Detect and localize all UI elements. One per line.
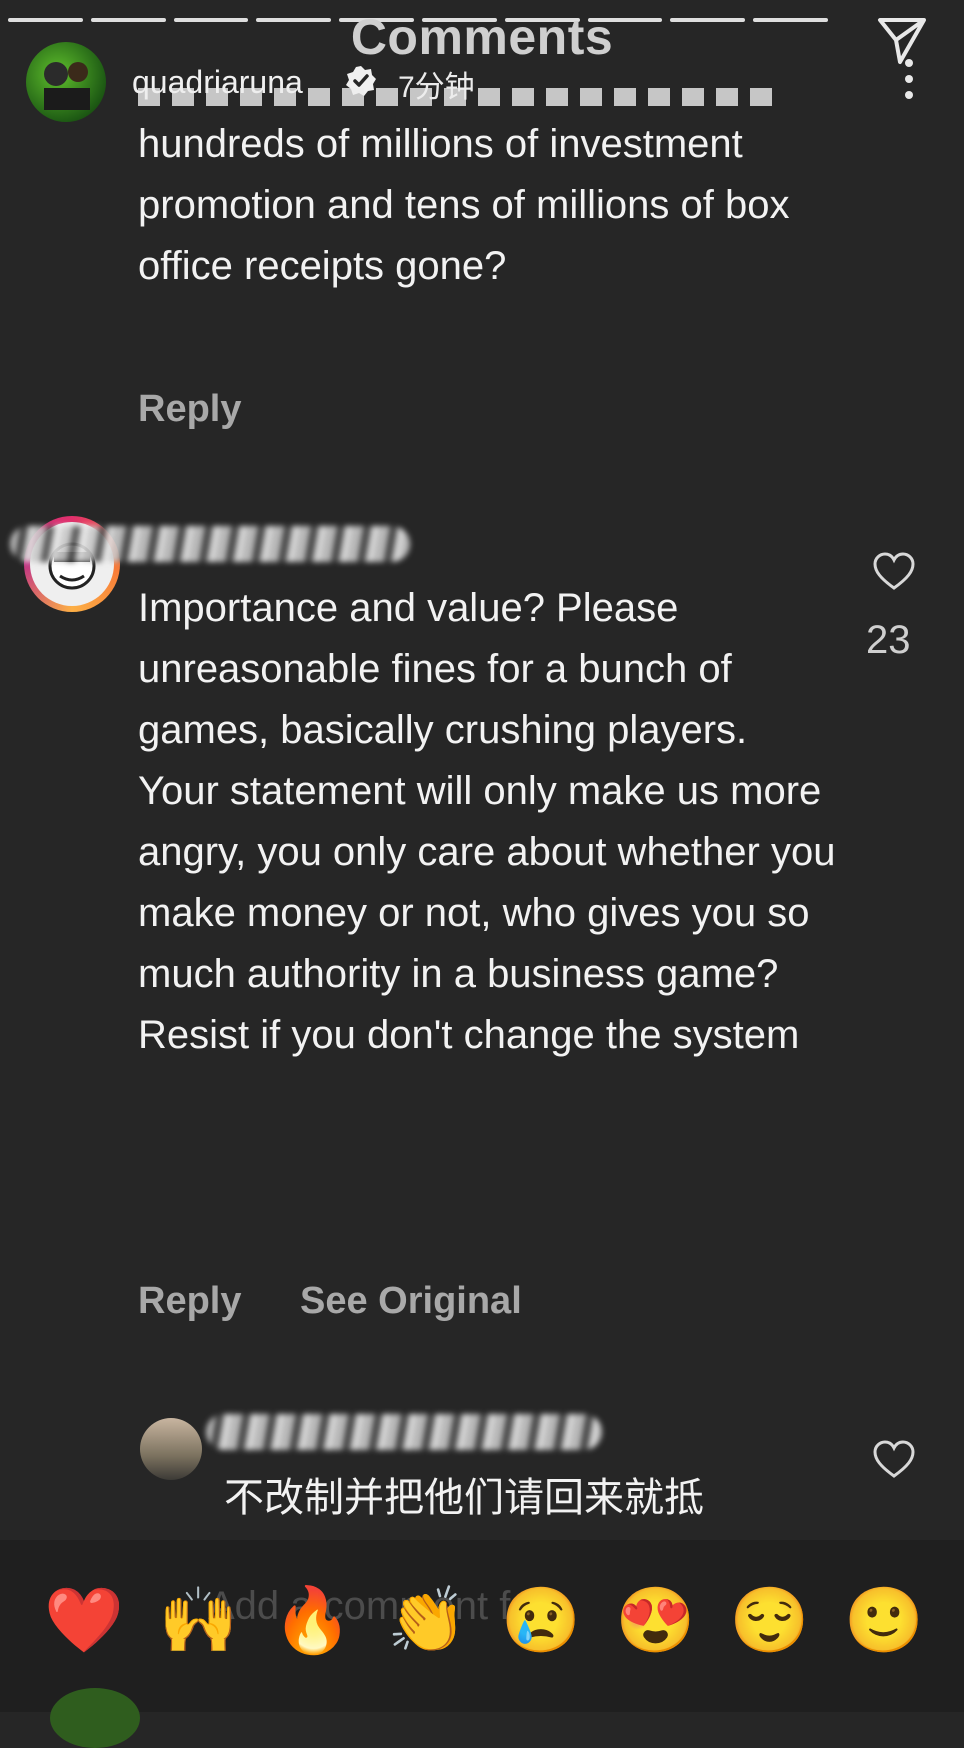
owner-avatar[interactable] <box>26 42 106 122</box>
truncated-text-line <box>138 88 778 106</box>
heart-outline-icon[interactable] <box>872 1440 916 1480</box>
see-original-button[interactable]: See Original <box>300 1280 522 1323</box>
fire-emoji-button[interactable]: 🔥 <box>263 1580 363 1660</box>
emoji-reaction-bar: ❤️ 🙌 🔥 👏 😢 😍 😌 🙂 <box>34 1580 934 1660</box>
avatar[interactable] <box>140 1418 202 1480</box>
comment-text: Importance and value? Please unreasonabl… <box>138 586 836 1057</box>
reply-button[interactable]: Reply <box>138 1280 241 1323</box>
relieved-face-emoji-button[interactable]: 😌 <box>720 1580 820 1660</box>
like-count: 23 <box>866 618 911 662</box>
smiling-face-emoji-button[interactable]: 🙂 <box>834 1580 934 1660</box>
clapping-hands-emoji-button[interactable]: 👏 <box>377 1580 477 1660</box>
page-title: Comments <box>350 9 614 65</box>
crying-face-emoji-button[interactable]: 😢 <box>491 1580 591 1660</box>
heart-eyes-emoji-button[interactable]: 😍 <box>605 1580 705 1660</box>
comment-text: 不改制并把他们请回来就抵 <box>224 1476 704 1520</box>
avatar-image-icon <box>44 62 90 110</box>
red-heart-emoji-button[interactable]: ❤️ <box>34 1580 134 1660</box>
blurred-username <box>206 1414 602 1450</box>
raising-hands-emoji-button[interactable]: 🙌 <box>148 1580 248 1660</box>
comment-composer: Add a comment for ❤️ 🙌 🔥 👏 😢 😍 😌 🙂 <box>0 1540 964 1748</box>
comment-text: hundreds of millions of investment promo… <box>138 122 790 288</box>
reply-button[interactable]: Reply <box>138 388 241 431</box>
current-user-avatar <box>50 1688 140 1748</box>
more-dots-icon[interactable] <box>902 58 916 100</box>
blurred-username <box>10 526 410 562</box>
heart-outline-icon[interactable] <box>872 552 916 592</box>
